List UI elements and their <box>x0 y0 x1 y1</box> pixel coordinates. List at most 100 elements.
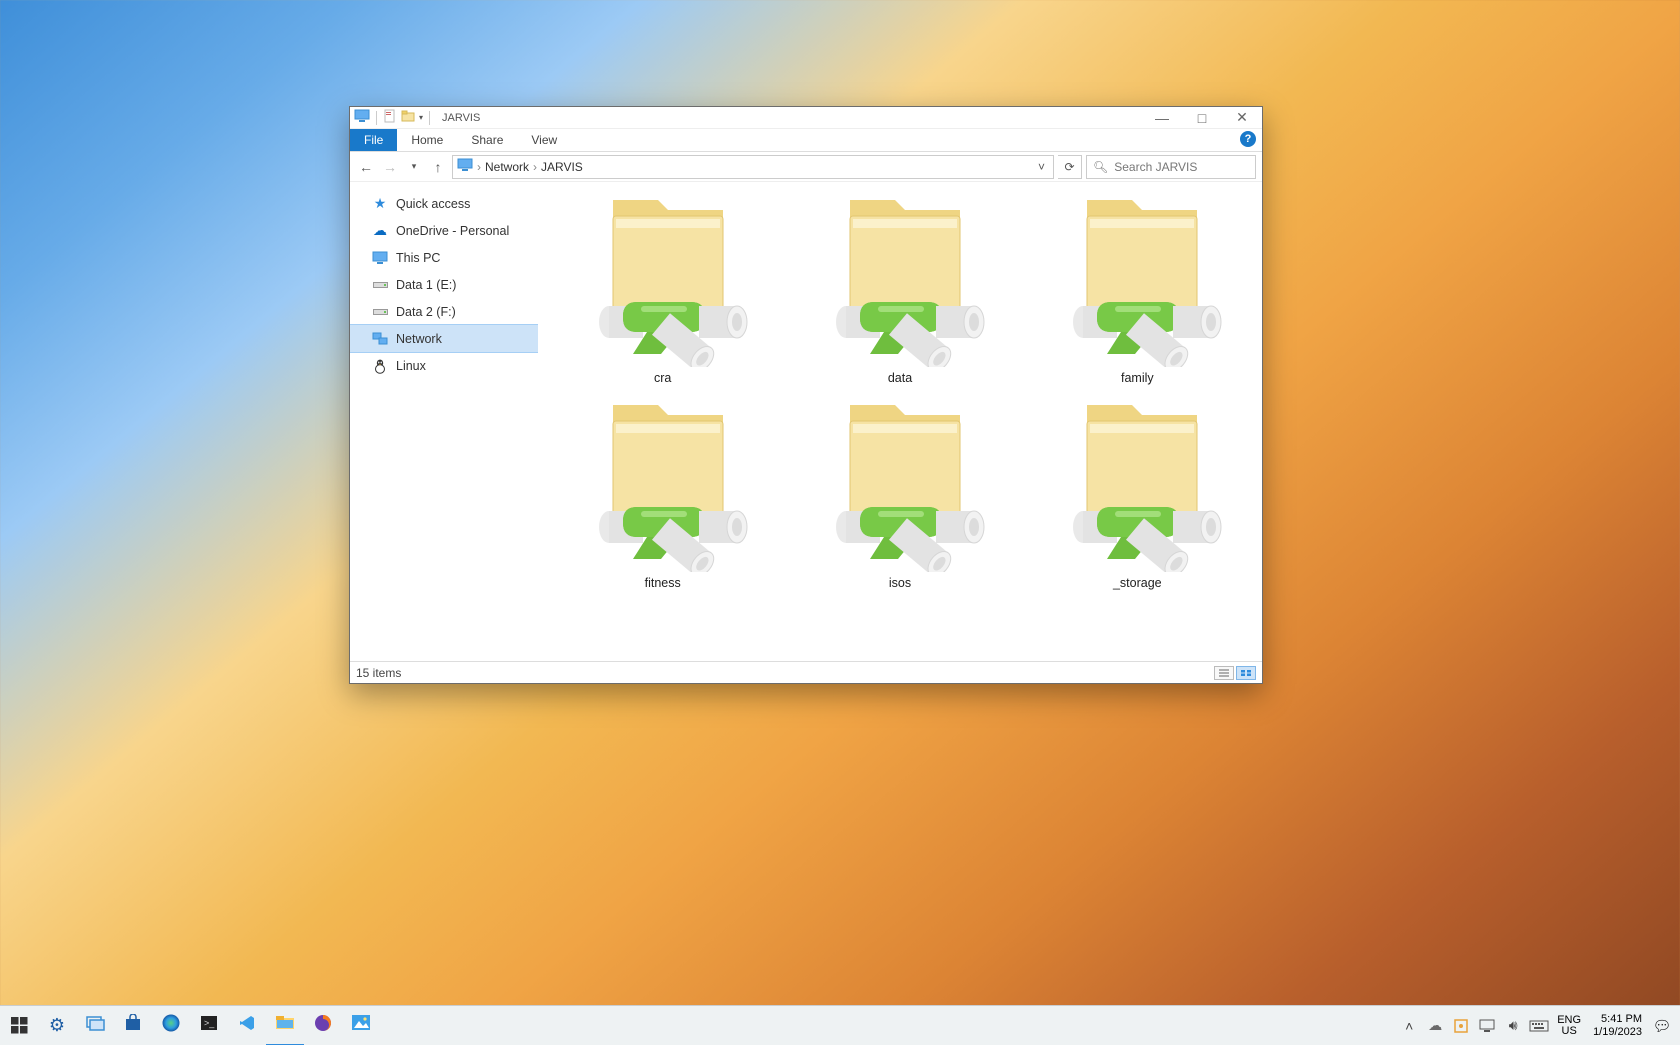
linux-icon <box>372 358 388 374</box>
qat-newfolder-icon[interactable] <box>401 109 415 126</box>
network-share-folder[interactable]: _storage <box>1019 397 1256 590</box>
network-share-folder[interactable]: isos <box>781 397 1018 590</box>
breadcrumb[interactable]: › Network › JARVIS ˅ <box>452 155 1054 179</box>
ribbon-file-tab[interactable]: File <box>350 129 397 151</box>
file-explorer-window[interactable]: ▾ JARVIS — □ ✕ File Home Share View ? ← … <box>349 106 1263 684</box>
close-button[interactable]: ✕ <box>1222 107 1262 129</box>
tray-keyboard-icon[interactable] <box>1527 1020 1551 1032</box>
clock-time: 5:41 PM <box>1601 1013 1642 1025</box>
sidebar-item-quick-access[interactable]: ★ Quick access <box>350 190 538 217</box>
action-center-button[interactable]: 💬︎ <box>1650 1017 1674 1035</box>
tray-onedrive-icon[interactable]: ☁ <box>1423 1017 1447 1034</box>
sidebar-item-label: Network <box>396 332 442 346</box>
nav-forward-button[interactable]: → <box>380 159 400 175</box>
search-placeholder: Search JARVIS <box>1114 160 1197 174</box>
status-bar: 15 items <box>350 661 1262 683</box>
sidebar-item-label: This PC <box>396 251 440 265</box>
taskbar-settings-button[interactable]: ⚙ <box>38 1006 76 1045</box>
vscode-icon <box>238 1014 256 1037</box>
edge-icon <box>161 1013 181 1038</box>
star-icon: ★ <box>372 196 388 212</box>
onedrive-icon: ☁ <box>372 223 388 239</box>
taskbar-vscode-button[interactable] <box>228 1006 266 1045</box>
gear-icon: ⚙ <box>49 1015 65 1036</box>
start-button[interactable] <box>0 1006 38 1045</box>
view-details-button[interactable] <box>1214 666 1234 680</box>
qat-properties-icon[interactable] <box>383 109 397 126</box>
chevron-right-icon[interactable]: › <box>477 160 481 174</box>
taskbar[interactable]: ⚙ >_ ˄ ☁ 🔊︎ ENG US <box>0 1005 1680 1045</box>
ribbon-tab-share[interactable]: Share <box>457 129 517 151</box>
lang-bottom: US <box>1562 1026 1577 1037</box>
maximize-button[interactable]: □ <box>1182 107 1222 129</box>
photos-icon <box>351 1014 371 1037</box>
language-indicator[interactable]: ENG US <box>1553 1015 1585 1037</box>
help-icon[interactable]: ? <box>1240 131 1256 147</box>
taskbar-edge-button[interactable] <box>152 1006 190 1045</box>
folder-label: fitness <box>645 576 681 590</box>
network-share-folder[interactable]: fitness <box>544 397 781 590</box>
chevron-right-icon[interactable]: › <box>533 160 537 174</box>
refresh-button[interactable]: ⟳ <box>1058 155 1082 179</box>
sidebar-item-data-1[interactable]: Data 1 (E:) <box>350 271 538 298</box>
network-folder-icon <box>810 397 990 572</box>
drive-icon <box>372 304 388 320</box>
ribbon-tab-view[interactable]: View <box>517 129 571 151</box>
ribbon: File Home Share View ? <box>350 129 1262 152</box>
svg-text:>_: >_ <box>204 1018 215 1028</box>
sidebar-item-label: Data 1 (E:) <box>396 278 456 292</box>
tray-volume-icon[interactable]: 🔊︎ <box>1501 1017 1525 1034</box>
taskbar-terminal-button[interactable]: >_ <box>190 1006 228 1045</box>
folder-label: family <box>1121 371 1154 385</box>
sidebar-item-network[interactable]: Network <box>350 325 538 352</box>
nav-up-button[interactable]: ↑ <box>428 159 448 175</box>
search-input[interactable]: 🔍︎ Search JARVIS <box>1086 155 1256 179</box>
network-folder-icon <box>573 192 753 367</box>
sidebar-item-data-2[interactable]: Data 2 (F:) <box>350 298 538 325</box>
network-folder-icon <box>810 192 990 367</box>
sidebar-item-label: Linux <box>396 359 426 373</box>
drive-icon <box>372 277 388 293</box>
qat-divider <box>376 111 377 125</box>
tray-security-icon[interactable] <box>1449 1018 1473 1034</box>
taskbar-store-button[interactable] <box>114 1006 152 1045</box>
qat-customize-icon[interactable]: ▾ <box>419 113 423 122</box>
taskbar-firefox-button[interactable] <box>304 1006 342 1045</box>
tray-display-icon[interactable] <box>1475 1019 1499 1033</box>
sidebar-item-label: Quick access <box>396 197 470 211</box>
taskview-icon <box>85 1015 105 1036</box>
search-icon: 🔍︎ <box>1093 160 1108 174</box>
taskbar-explorer-button[interactable] <box>266 1006 304 1045</box>
clock-date: 1/19/2023 <box>1593 1026 1642 1038</box>
network-folder-icon <box>1047 397 1227 572</box>
sidebar-item-this-pc[interactable]: This PC <box>350 244 538 271</box>
taskbar-taskview-button[interactable] <box>76 1006 114 1045</box>
content-pane[interactable]: cra data family fitness isos _storage <box>538 182 1262 661</box>
nav-recent-dropdown[interactable]: ▾ <box>404 161 424 172</box>
folder-label: cra <box>654 371 671 385</box>
app-icon <box>354 109 370 126</box>
view-large-icons-button[interactable] <box>1236 666 1256 680</box>
sidebar-item-linux[interactable]: Linux <box>350 352 538 379</box>
title-bar[interactable]: ▾ JARVIS — □ ✕ <box>350 107 1262 129</box>
breadcrumb-root-icon[interactable] <box>457 158 473 175</box>
navigation-pane[interactable]: ★ Quick access ☁ OneDrive - Personal Thi… <box>350 182 538 661</box>
clock[interactable]: 5:41 PM 1/19/2023 <box>1587 1013 1648 1037</box>
taskbar-photos-button[interactable] <box>342 1006 380 1045</box>
terminal-icon: >_ <box>200 1015 218 1036</box>
tray-overflow-button[interactable]: ˄ <box>1397 1018 1421 1034</box>
network-share-folder[interactable]: family <box>1019 192 1256 385</box>
minimize-button[interactable]: — <box>1142 107 1182 129</box>
nav-back-button[interactable]: ← <box>356 159 376 175</box>
network-share-folder[interactable]: cra <box>544 192 781 385</box>
sidebar-item-onedrive[interactable]: ☁ OneDrive - Personal <box>350 217 538 244</box>
firefox-icon <box>313 1013 333 1038</box>
folder-label: isos <box>889 576 911 590</box>
folder-icon <box>275 1013 295 1036</box>
network-share-folder[interactable]: data <box>781 192 1018 385</box>
breadcrumb-dropdown[interactable]: ˅ <box>1038 160 1049 174</box>
speaker-icon: 🔊︎ <box>1509 1017 1518 1034</box>
breadcrumb-item-jarvis[interactable]: JARVIS <box>541 160 583 174</box>
breadcrumb-item-network[interactable]: Network <box>485 160 529 174</box>
ribbon-tab-home[interactable]: Home <box>397 129 457 151</box>
